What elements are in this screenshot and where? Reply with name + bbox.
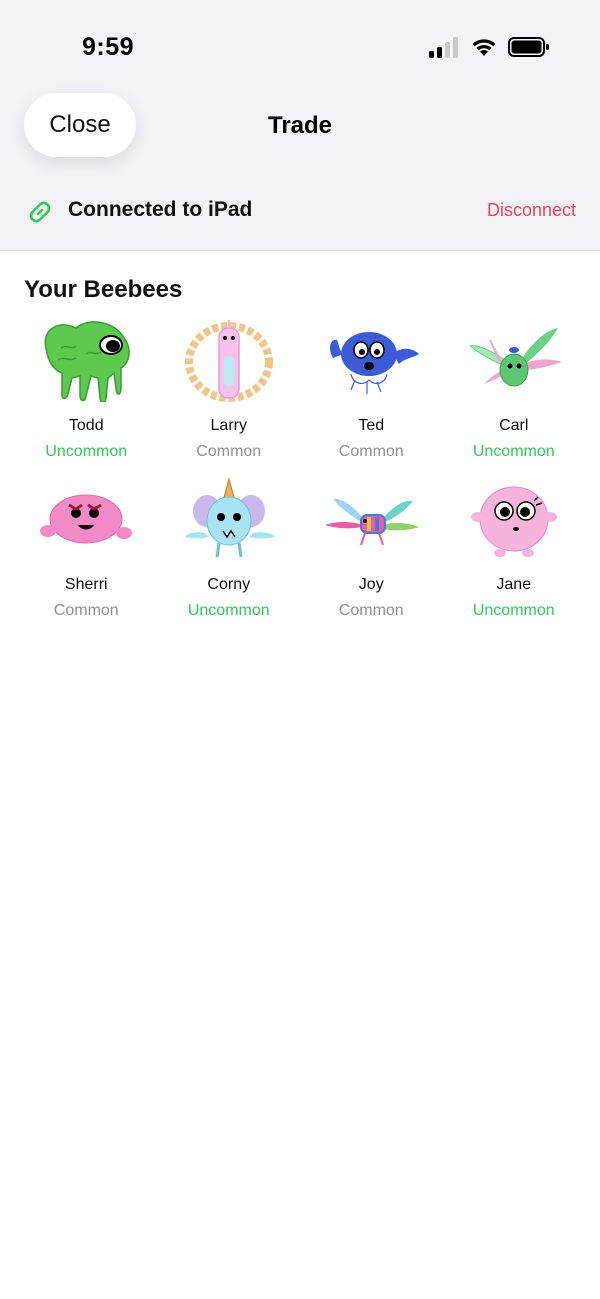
beebee-name: Todd bbox=[68, 417, 104, 434]
navigation-bar: Close Trade bbox=[0, 90, 600, 162]
close-button[interactable]: Close bbox=[24, 93, 136, 157]
status-icons bbox=[428, 36, 550, 58]
beebee-rarity: Uncommon bbox=[45, 443, 128, 460]
status-time: 9:59 bbox=[82, 33, 135, 61]
beebee-name: Corny bbox=[207, 576, 251, 593]
blue-bug-eyed-creature-image bbox=[330, 332, 419, 394]
beebee-name: Carl bbox=[499, 417, 529, 434]
beebee-rarity: Common bbox=[338, 443, 404, 460]
beebee-card-ted[interactable]: Ted Common bbox=[300, 318, 443, 465]
pink-round-creature-image bbox=[470, 486, 557, 557]
section-title: Your Beebees bbox=[24, 276, 183, 303]
beebee-name: Sherri bbox=[64, 576, 108, 593]
rainbow-winged-creature-image bbox=[325, 498, 419, 546]
beebee-rarity: Uncommon bbox=[472, 602, 555, 619]
beebee-rarity: Uncommon bbox=[187, 602, 270, 619]
beebee-card-larry[interactable]: Larry Common bbox=[158, 318, 301, 465]
pink-blob-creature-image bbox=[40, 494, 132, 544]
beebee-name: Jane bbox=[496, 576, 532, 593]
status-bar: 9:59 bbox=[0, 0, 600, 90]
wifi-icon bbox=[472, 39, 496, 56]
battery-icon bbox=[508, 37, 549, 57]
beebee-rarity: Common bbox=[196, 443, 262, 460]
header-area: 9:59 Close Trade Connected to iPad Disco… bbox=[0, 0, 600, 251]
light-blue-unicorn-creature-image bbox=[184, 477, 275, 558]
beebee-rarity: Uncommon bbox=[472, 443, 555, 460]
connection-label: Connected to iPad bbox=[68, 198, 253, 221]
beebee-rarity: Common bbox=[338, 602, 404, 619]
beebee-name: Joy bbox=[358, 576, 384, 593]
beebee-card-jane[interactable]: Jane Uncommon bbox=[443, 477, 586, 624]
green-winged-bug-image bbox=[468, 328, 562, 387]
beebee-name: Ted bbox=[358, 417, 385, 434]
green-slime-creature-image bbox=[44, 321, 130, 402]
connection-status: Connected to iPad Disconnect bbox=[0, 180, 600, 244]
beebee-rarity: Common bbox=[53, 602, 119, 619]
beebee-card-carl[interactable]: Carl Uncommon bbox=[443, 318, 586, 465]
beebee-name: Larry bbox=[210, 417, 247, 434]
link-icon bbox=[29, 201, 51, 223]
pink-fuzzy-creature-image bbox=[184, 320, 273, 402]
disconnect-button[interactable]: Disconnect bbox=[487, 200, 576, 221]
beebee-card-sherri[interactable]: Sherri Common bbox=[15, 477, 158, 624]
beebee-card-joy[interactable]: Joy Common bbox=[300, 477, 443, 624]
cellular-signal-icon bbox=[429, 37, 458, 58]
beebee-grid: Todd Uncommon Larry Common Ted Common Ca… bbox=[15, 318, 585, 624]
beebee-card-todd[interactable]: Todd Uncommon bbox=[15, 318, 158, 465]
beebee-card-corny[interactable]: Corny Uncommon bbox=[158, 477, 301, 624]
